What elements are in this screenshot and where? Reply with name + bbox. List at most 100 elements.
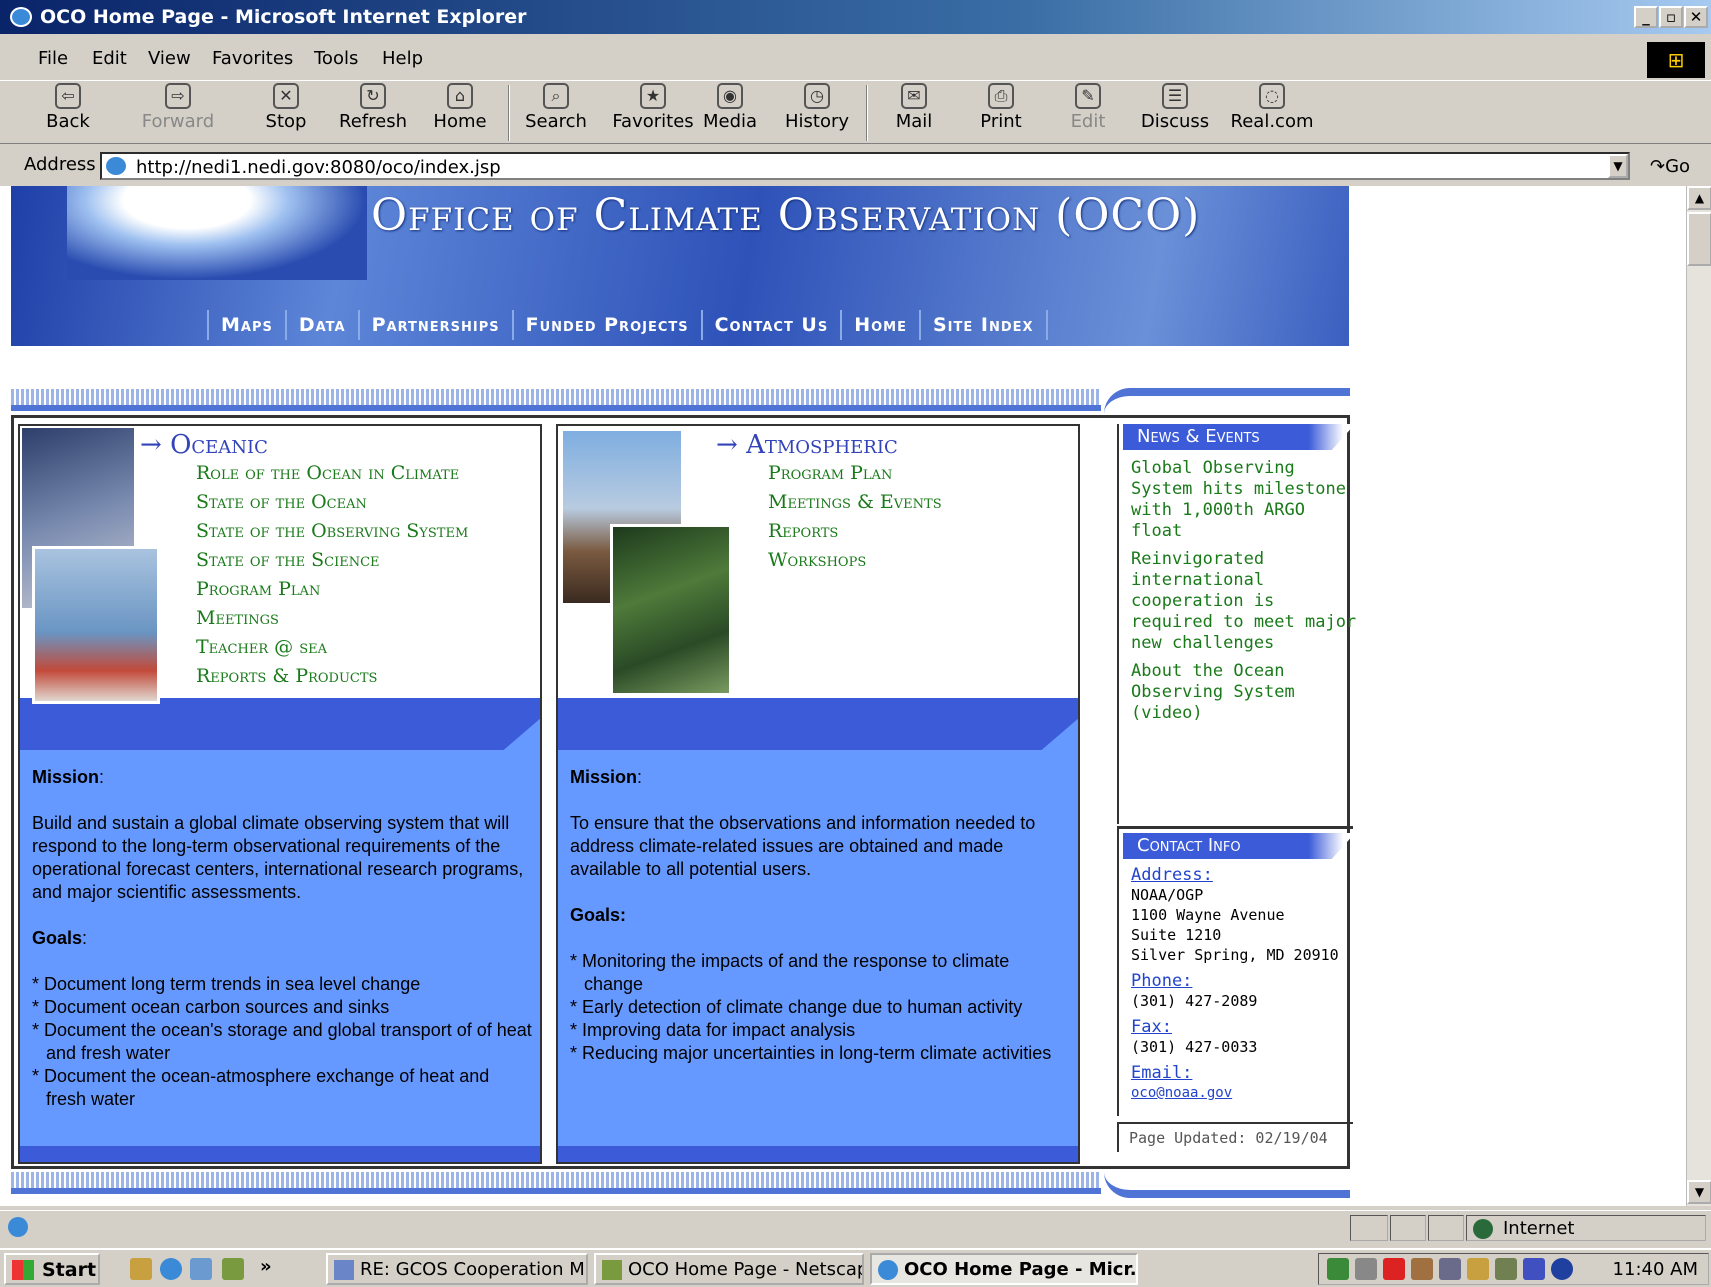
ie-quicklaunch-icon[interactable] — [160, 1258, 182, 1280]
link-state-of-ocean[interactable]: State of the Ocean — [196, 491, 468, 520]
print-button[interactable]: ⎙ Print — [961, 83, 1041, 132]
atmospheric-title[interactable]: → Atmospheric — [716, 430, 898, 460]
history-icon: ◷ — [804, 83, 830, 109]
link-reports[interactable]: Reports — [768, 520, 942, 549]
refresh-button[interactable]: ↻ Refresh — [333, 83, 413, 132]
mail-button[interactable]: ✉ Mail — [874, 83, 954, 132]
menu-favorites[interactable]: Favorites — [212, 48, 293, 69]
email-address-link[interactable]: oco@noaa.gov — [1131, 1083, 1339, 1103]
go-arrow-icon: ↷ — [1650, 156, 1666, 177]
menu-bar: File Edit View Favorites Tools Help — [0, 38, 1711, 76]
menu-file[interactable]: File — [38, 48, 68, 69]
link-workshops[interactable]: Workshops — [768, 549, 942, 578]
buoy-photo — [32, 546, 160, 704]
taskbar: Start » RE: GCOS Cooperation M... OCO Ho… — [0, 1248, 1711, 1287]
nav-partnerships[interactable]: Partnerships — [357, 310, 512, 340]
home-button[interactable]: ⌂ Home — [420, 83, 500, 132]
atmospheric-links: Program Plan Meetings & Events Reports W… — [768, 462, 942, 578]
oceanic-mission-text: Build and sustain a global climate obser… — [32, 813, 524, 902]
ie-app-icon — [10, 7, 32, 27]
news-item[interactable]: Global Observing System hits milestone w… — [1131, 458, 1359, 542]
nav-site-index[interactable]: Site Index — [919, 310, 1048, 340]
tray-app-icon[interactable] — [1411, 1258, 1433, 1280]
news-item[interactable]: About the Ocean Observing System (video) — [1131, 661, 1359, 724]
go-button[interactable]: ↷Go — [1650, 156, 1690, 177]
link-role-of-ocean[interactable]: Role of the Ocean in Climate — [196, 462, 468, 491]
edit-button[interactable]: ✎ Edit — [1048, 83, 1128, 132]
tray-app-icon[interactable] — [1551, 1258, 1573, 1280]
maximize-button[interactable]: ▫ — [1659, 6, 1683, 28]
netscape-icon[interactable] — [222, 1258, 244, 1280]
decorative-strip-top — [11, 389, 1101, 411]
nav-contact-us[interactable]: Contact Us — [700, 310, 841, 340]
phone-link[interactable]: Phone: — [1131, 971, 1339, 991]
noaa-logo — [67, 186, 367, 280]
task-gcos-email[interactable]: RE: GCOS Cooperation M... — [326, 1253, 588, 1285]
tray-app-icon[interactable] — [1467, 1258, 1489, 1280]
address-input[interactable]: http://nedi1.nedi.gov:8080/oco/index.jsp — [100, 152, 1630, 180]
news-item[interactable]: Reinvigorated international cooperation … — [1131, 549, 1359, 654]
menu-tools[interactable]: Tools — [314, 48, 358, 69]
arrow-right-icon: → — [140, 430, 171, 460]
back-button[interactable]: ⇦ Back — [28, 83, 108, 132]
nav-home[interactable]: Home — [840, 310, 919, 340]
link-state-observing-system[interactable]: State of the Observing System — [196, 520, 468, 549]
nav-maps[interactable]: Maps — [207, 310, 285, 340]
toolbar: ⇦ Back ⇨ Forward ✕ Stop ↻ Refresh ⌂ Home ⌕ Sea… — [0, 80, 1711, 144]
menu-edit[interactable]: Edit — [92, 48, 127, 69]
vertical-scrollbar[interactable]: ▲ ▼ — [1686, 186, 1711, 1206]
task-ie[interactable]: OCO Home Page - Micr... — [870, 1253, 1138, 1285]
more-quicklaunch-button[interactable]: » — [260, 1256, 272, 1277]
link-state-of-science[interactable]: State of the Science — [196, 549, 468, 578]
outlook-icon[interactable] — [190, 1258, 212, 1280]
window-titlebar[interactable]: OCO Home Page - Microsoft Internet Explo… — [0, 0, 1711, 34]
link-program-plan[interactable]: Program Plan — [196, 578, 468, 607]
volume-icon[interactable] — [1355, 1258, 1377, 1280]
page-icon — [106, 157, 126, 175]
link-meetings-events[interactable]: Meetings & Events — [768, 491, 942, 520]
arrow-right-icon: → — [716, 430, 747, 460]
search-button[interactable]: ⌕ Search — [516, 83, 596, 132]
link-program-plan[interactable]: Program Plan — [768, 462, 942, 491]
link-teacher-at-sea[interactable]: Teacher @ sea — [196, 636, 468, 665]
address-link[interactable]: Address: — [1131, 865, 1339, 885]
show-desktop-icon[interactable] — [130, 1258, 152, 1280]
search-icon: ⌕ — [543, 83, 569, 109]
nav-funded-projects[interactable]: Funded Projects — [511, 310, 701, 340]
menu-help[interactable]: Help — [382, 48, 423, 69]
security-zone: Internet — [1466, 1215, 1706, 1241]
link-reports-products[interactable]: Reports & Products — [196, 665, 468, 694]
history-button[interactable]: ◷ History — [777, 83, 857, 132]
fax-link[interactable]: Fax: — [1131, 1017, 1339, 1037]
norton-icon[interactable] — [1383, 1258, 1405, 1280]
real-button[interactable]: ◌ Real.com — [1222, 83, 1322, 132]
nav-data[interactable]: Data — [284, 310, 358, 340]
scroll-thumb[interactable] — [1687, 212, 1711, 266]
menu-view[interactable]: View — [148, 48, 191, 69]
email-link[interactable]: Email: — [1131, 1063, 1339, 1083]
link-meetings[interactable]: Meetings — [196, 607, 468, 636]
scroll-up-button[interactable]: ▲ — [1687, 186, 1711, 210]
oceanic-title[interactable]: → Oceanic — [140, 430, 268, 460]
discuss-button[interactable]: ☰ Discuss — [1135, 83, 1215, 132]
tray-network-icon[interactable] — [1327, 1258, 1349, 1280]
tray-app-icon[interactable] — [1495, 1258, 1517, 1280]
start-button[interactable]: Start — [4, 1253, 100, 1285]
close-button[interactable]: ✕ — [1684, 6, 1708, 28]
fax-number: (301) 427-0033 — [1131, 1038, 1258, 1056]
oceanic-mission: Mission: Build and sustain a global clim… — [32, 767, 532, 1109]
task-netscape[interactable]: OCO Home Page - Netscape — [594, 1253, 864, 1285]
address-dropdown-button[interactable]: ▼ — [1608, 154, 1628, 178]
media-button[interactable]: ◉ Media — [690, 83, 770, 132]
minimize-button[interactable]: _ — [1634, 6, 1658, 28]
atmospheric-mission-text: To ensure that the observations and info… — [570, 813, 1036, 879]
shield-icon[interactable] — [1523, 1258, 1545, 1280]
stop-button[interactable]: ✕ Stop — [246, 83, 326, 132]
windows-logo-icon: ⊞ — [1647, 42, 1705, 78]
address-bar: Address http://nedi1.nedi.gov:8080/oco/i… — [0, 148, 1711, 182]
phone-number: (301) 427-2089 — [1131, 992, 1258, 1010]
tray-app-icon[interactable] — [1439, 1258, 1461, 1280]
scroll-down-button[interactable]: ▼ — [1687, 1180, 1711, 1204]
forward-button[interactable]: ⇨ Forward — [138, 83, 218, 132]
favorites-button[interactable]: ★ Favorites — [603, 83, 703, 132]
